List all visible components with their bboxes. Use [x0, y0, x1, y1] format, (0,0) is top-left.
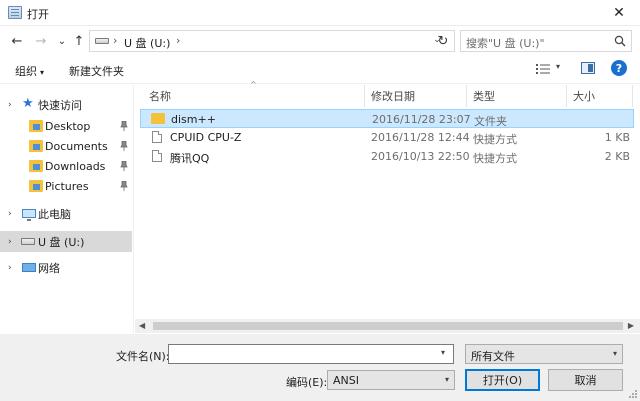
column-header-type[interactable]: 类型 — [467, 85, 567, 107]
sidebar-item-documents[interactable]: Documents — [0, 136, 132, 156]
forward-button[interactable]: → — [32, 32, 50, 50]
filetype-select[interactable]: 所有文件 ▾ — [465, 344, 623, 364]
chevron-down-icon: ▾ — [444, 375, 449, 384]
file-name: dism++ — [171, 113, 216, 126]
downloads-folder-icon — [29, 160, 43, 172]
encoding-value: ANSI — [333, 374, 359, 387]
shortcut-file-icon — [152, 131, 162, 143]
sidebar-item-label: Documents — [45, 139, 108, 153]
navigation-pane: › ★ 快速访问 Desktop Documents Downloads Pic… — [0, 85, 134, 333]
table-row[interactable]: 腾讯QQ 2016/10/13 22:50 快捷方式 2 KB — [140, 147, 634, 166]
search-input[interactable]: 搜索"U 盘 (U:)" — [460, 30, 632, 52]
file-name: 腾讯QQ — [170, 152, 210, 165]
sidebar-item-usb-drive[interactable]: › U 盘 (U:) — [0, 231, 132, 252]
sidebar-item-label: Desktop — [45, 119, 91, 133]
drive-icon — [95, 38, 109, 44]
chevron-right-icon[interactable]: › — [8, 263, 12, 273]
documents-folder-icon — [29, 140, 43, 152]
file-type: 文件夹 — [474, 115, 507, 128]
sidebar-item-this-pc[interactable]: › 此电脑 — [0, 204, 132, 224]
app-icon — [8, 6, 22, 19]
filename-label: 文件名(N): — [116, 350, 170, 363]
column-header-date[interactable]: 修改日期 — [365, 85, 467, 107]
resize-grip-icon[interactable] — [628, 389, 638, 399]
view-options-icon[interactable] — [536, 63, 550, 75]
horizontal-scrollbar[interactable]: ◀ ▶ — [135, 319, 640, 333]
address-bar[interactable]: › U 盘 (U:) › — [89, 30, 455, 52]
chevron-right-icon[interactable]: › — [8, 100, 12, 110]
folder-icon — [151, 113, 165, 124]
help-icon[interactable]: ? — [611, 60, 627, 76]
file-size: 1 KB — [604, 131, 630, 144]
breadcrumb-separator[interactable]: › — [176, 34, 180, 47]
chevron-down-icon: ▾ — [612, 349, 617, 358]
chevron-right-icon[interactable]: › — [8, 209, 12, 219]
filename-dropdown-icon[interactable]: ▾ — [441, 348, 445, 357]
filetype-value: 所有文件 — [471, 350, 515, 363]
view-dropdown-icon[interactable]: ▾ — [556, 62, 560, 71]
close-button[interactable]: ✕ — [598, 0, 640, 26]
star-icon: ★ — [22, 96, 34, 111]
scrollbar-thumb[interactable] — [153, 322, 623, 330]
search-placeholder: 搜索"U 盘 (U:)" — [466, 37, 545, 50]
title-bar: 打开 ✕ — [0, 0, 640, 26]
sidebar-item-label: 网络 — [38, 262, 60, 275]
pin-icon[interactable] — [120, 161, 128, 171]
file-date: 2016/10/13 22:50 — [371, 150, 470, 163]
sort-ascending-icon: ^ — [250, 80, 257, 89]
up-button[interactable]: ↑ — [70, 32, 88, 50]
column-header-size[interactable]: 大小 — [567, 85, 633, 107]
encoding-select[interactable]: ANSI ▾ — [327, 370, 455, 390]
pictures-folder-icon — [29, 180, 43, 192]
file-type: 快捷方式 — [473, 133, 517, 146]
file-size: 2 KB — [604, 150, 630, 163]
computer-icon — [22, 209, 36, 221]
sidebar-item-quick-access[interactable]: › ★ 快速访问 — [0, 95, 132, 115]
file-date: 2016/11/28 12:44 — [371, 131, 470, 144]
usb-drive-icon — [21, 238, 35, 245]
sidebar-item-downloads[interactable]: Downloads — [0, 156, 132, 176]
back-button[interactable]: ← — [8, 32, 26, 50]
file-date: 2016/11/28 23:07 — [372, 113, 471, 126]
window-title: 打开 — [27, 8, 49, 21]
breadcrumb-drive[interactable]: U 盘 (U:) — [124, 35, 170, 51]
sidebar-item-desktop[interactable]: Desktop — [0, 116, 132, 136]
sidebar-item-label: 此电脑 — [38, 208, 71, 221]
table-row[interactable]: dism++ 2016/11/28 23:07 文件夹 — [140, 109, 634, 128]
cancel-button[interactable]: 取消 — [548, 369, 623, 391]
scroll-left-icon[interactable]: ◀ — [139, 321, 145, 330]
network-icon — [22, 263, 36, 272]
filename-input[interactable] — [168, 344, 454, 364]
sidebar-item-pictures[interactable]: Pictures — [0, 176, 132, 196]
pin-icon[interactable] — [120, 141, 128, 151]
pin-icon[interactable] — [120, 181, 128, 191]
organize-label: 组织 — [15, 65, 37, 78]
breadcrumb-separator[interactable]: › — [113, 34, 117, 47]
file-name: CPUID CPU-Z — [170, 131, 242, 144]
table-row[interactable]: CPUID CPU-Z 2016/11/28 12:44 快捷方式 1 KB — [140, 128, 634, 147]
new-folder-button[interactable]: 新建文件夹 — [69, 63, 124, 79]
recent-locations-button[interactable]: ⌄ — [53, 32, 71, 50]
preview-pane-icon[interactable] — [581, 62, 595, 74]
desktop-folder-icon — [29, 120, 43, 132]
sidebar-item-label: U 盘 (U:) — [38, 235, 85, 249]
scroll-right-icon[interactable]: ▶ — [628, 321, 634, 330]
open-button[interactable]: 打开(O) — [465, 369, 540, 391]
sidebar-item-label: Pictures — [45, 179, 89, 193]
chevron-down-icon: ▾ — [40, 68, 45, 77]
sidebar-item-network[interactable]: › 网络 — [0, 258, 132, 278]
pin-icon[interactable] — [120, 121, 128, 131]
sidebar-item-label: 快速访问 — [38, 99, 82, 112]
sidebar-item-label: Downloads — [45, 159, 106, 173]
file-type: 快捷方式 — [473, 152, 517, 165]
search-icon[interactable] — [614, 35, 626, 47]
shortcut-file-icon — [152, 150, 162, 162]
encoding-label: 编码(E): — [286, 376, 328, 389]
organize-button[interactable]: 组织 ▾ — [15, 63, 44, 79]
chevron-right-icon[interactable]: › — [8, 237, 12, 247]
refresh-button[interactable]: ↻ — [434, 32, 452, 50]
